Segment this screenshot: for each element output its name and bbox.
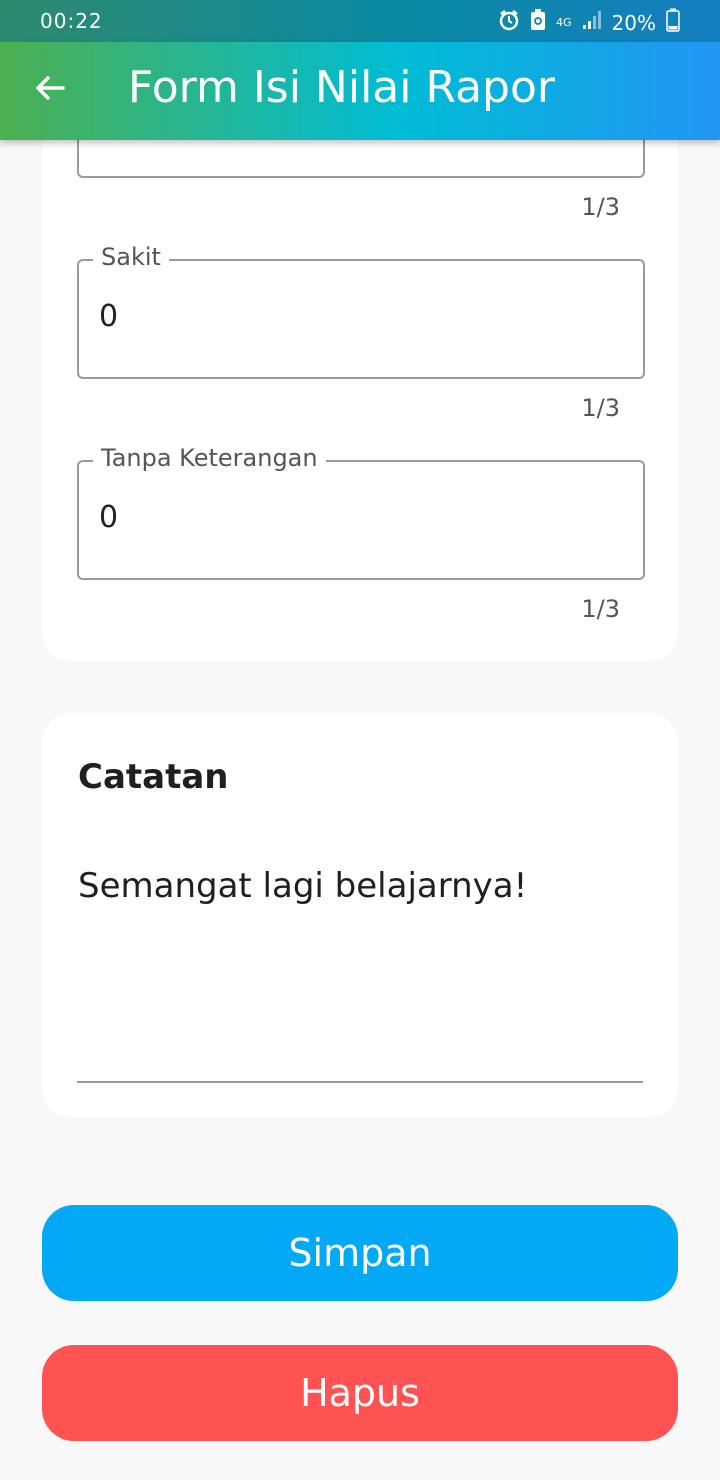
char-counter: 1/3 [581, 394, 620, 422]
arrow-left-icon [33, 71, 67, 109]
delete-button[interactable]: Hapus [42, 1345, 678, 1441]
signal-icon [582, 10, 602, 35]
char-counter: 1/3 [581, 193, 620, 221]
note-heading: Catatan [78, 757, 229, 797]
field-label: Tanpa Keterangan [93, 444, 326, 472]
back-button[interactable] [26, 66, 74, 114]
status-time: 00:22 [40, 9, 103, 33]
char-counter: 1/3 [581, 595, 620, 623]
battery-percent: 20% [611, 10, 656, 35]
field-value: 0 [99, 299, 119, 334]
save-button[interactable]: Simpan [42, 1205, 678, 1301]
status-icons: 4G 20% [498, 8, 680, 37]
sakit-field[interactable]: Sakit 0 [77, 243, 645, 379]
alarm-icon [498, 9, 520, 36]
field-value: 0 [99, 500, 119, 535]
app-bar: Form Isi Nilai Rapor [0, 42, 720, 140]
field-label: Sakit [93, 243, 169, 271]
page-title: Form Isi Nilai Rapor [128, 62, 555, 113]
status-bar: 00:22 4G 20% [0, 0, 720, 42]
battery-icon [666, 8, 680, 37]
tanpa-keterangan-field[interactable]: Tanpa Keterangan 0 [77, 444, 645, 580]
network-type-icon: 4G [556, 16, 572, 29]
note-input[interactable]: Semangat lagi belajarnya! [78, 866, 527, 906]
note-underline [77, 1081, 643, 1083]
battery-saver-icon [530, 9, 546, 36]
